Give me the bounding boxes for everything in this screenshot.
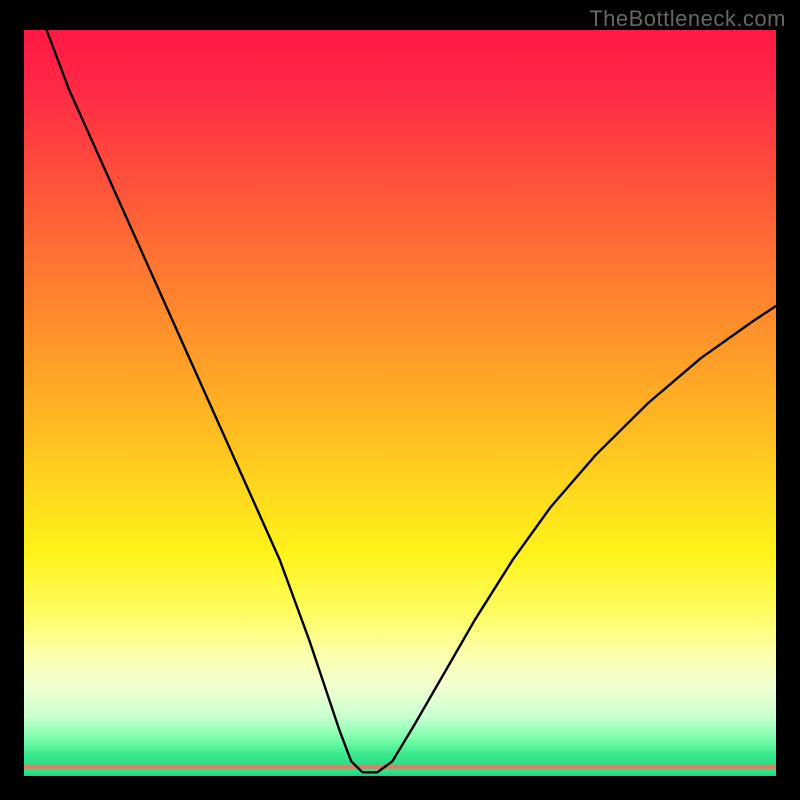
plot-area — [24, 30, 776, 776]
chart-frame: TheBottleneck.com — [0, 0, 800, 800]
bottleneck-curve — [47, 30, 776, 772]
curve-layer — [24, 30, 776, 776]
watermark-text: TheBottleneck.com — [589, 6, 786, 32]
